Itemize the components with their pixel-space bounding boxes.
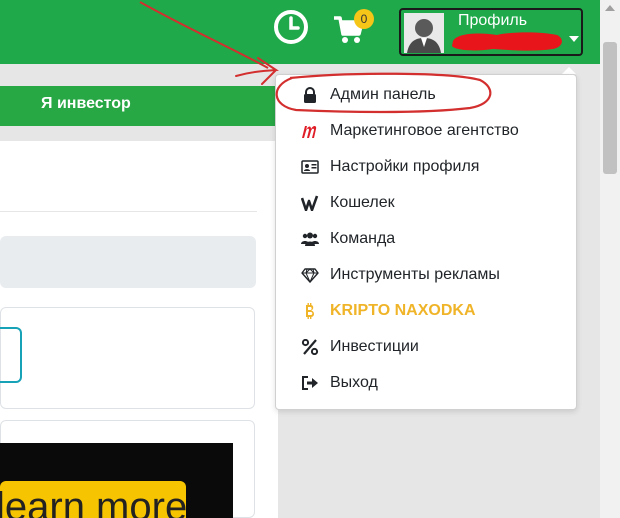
clock-icon[interactable] bbox=[273, 9, 309, 45]
menu-item-profile-settings[interactable]: Настройки профиля bbox=[276, 149, 576, 185]
menu-item-investments[interactable]: Инвестиции bbox=[276, 329, 576, 365]
percent-icon bbox=[301, 339, 319, 355]
cart-count-badge: 0 bbox=[354, 9, 374, 29]
learn-more-label: learn more bbox=[0, 485, 188, 518]
scroll-up-arrow-icon[interactable] bbox=[605, 5, 615, 11]
menu-item-ad-tools[interactable]: Инструменты рекламы bbox=[276, 257, 576, 293]
scrollbar-thumb[interactable] bbox=[603, 42, 617, 174]
profile-dropdown-menu: Админ панель Маркетинговое агентство Нас… bbox=[275, 74, 577, 410]
menu-item-label: Выход bbox=[330, 374, 378, 391]
id-card-icon bbox=[301, 160, 319, 174]
profile-menu-button[interactable]: Профиль bbox=[399, 8, 583, 56]
investor-tab-label: Я инвестор bbox=[41, 95, 131, 112]
menu-item-wallet[interactable]: Кошелек bbox=[276, 185, 576, 221]
menu-item-logout[interactable]: Выход bbox=[276, 365, 576, 401]
m-logo-icon bbox=[302, 126, 317, 138]
menu-item-admin-panel[interactable]: Админ панель bbox=[276, 77, 576, 113]
bitcoin-icon bbox=[306, 303, 314, 319]
menu-item-label: Команда bbox=[330, 230, 396, 247]
outlined-button[interactable] bbox=[0, 327, 22, 383]
chevron-down-icon bbox=[569, 36, 579, 42]
diamond-icon bbox=[301, 268, 319, 283]
menu-item-team[interactable]: Команда bbox=[276, 221, 576, 257]
menu-item-label: Маркетинговое агентство bbox=[330, 122, 519, 139]
gray-info-box bbox=[0, 236, 256, 288]
dropdown-pointer bbox=[562, 67, 576, 74]
divider bbox=[0, 211, 257, 212]
sign-out-icon bbox=[302, 376, 318, 390]
menu-item-label: Кошелек bbox=[330, 194, 395, 211]
menu-item-kripto-naxodka[interactable]: KRIPTO NAXODKA bbox=[276, 293, 576, 329]
profile-label: Профиль bbox=[458, 12, 528, 29]
menu-item-label: Настройки профиля bbox=[330, 158, 480, 175]
card bbox=[0, 307, 255, 409]
menu-item-label: KRIPTO NAXODKA bbox=[330, 302, 476, 319]
promo-banner[interactable]: learn more bbox=[0, 443, 233, 518]
menu-item-label: Админ панель bbox=[330, 86, 436, 103]
users-icon bbox=[301, 232, 319, 246]
menu-item-label: Инструменты рекламы bbox=[330, 266, 500, 283]
redacted-username bbox=[452, 32, 562, 51]
wallet-logo-icon bbox=[301, 195, 319, 211]
menu-item-label: Инвестиции bbox=[330, 338, 419, 355]
investor-tab[interactable]: Я инвестор bbox=[0, 86, 292, 126]
user-silhouette-icon bbox=[407, 19, 441, 53]
menu-item-marketing-agency[interactable]: Маркетинговое агентство bbox=[276, 113, 576, 149]
lock-icon bbox=[304, 87, 316, 103]
avatar bbox=[404, 13, 444, 53]
